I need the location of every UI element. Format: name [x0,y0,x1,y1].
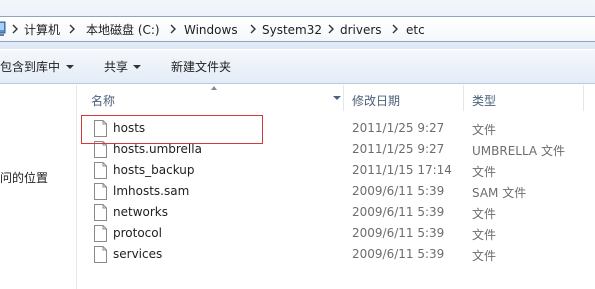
file-icon [94,246,107,263]
include-in-library-button[interactable]: 包含到库中 [0,59,60,75]
chevron-right-icon[interactable] [11,22,19,36]
file-type: 文件 [472,207,497,221]
file-type: 文件 [472,249,497,263]
file-date: 2011/1/25 9:27 [352,142,445,156]
file-row[interactable]: lmhosts.sam 2009/6/11 5:39 SAM 文件 [78,181,595,202]
column-divider[interactable] [583,85,584,111]
file-type: UMBRELLA 文件 [472,144,565,158]
file-date: 2011/1/15 17:14 [352,163,452,177]
file-icon [94,225,107,242]
chevron-right-icon[interactable] [391,22,399,36]
chevron-down-icon[interactable] [66,65,74,69]
file-type: 文件 [472,228,497,242]
highlight-box [81,115,263,144]
column-header-row: 名称 修改日期 类型 [78,85,595,111]
file-name: protocol [113,226,162,240]
file-row[interactable]: protocol 2009/6/11 5:39 文件 [78,223,595,244]
column-divider[interactable] [343,85,344,111]
new-folder-button[interactable]: 新建文件夹 [171,59,231,75]
file-type: SAM 文件 [472,186,527,200]
chevron-down-icon[interactable] [133,65,141,69]
address-field[interactable]: 计算机 本地磁盘 (C:) Windows System32 drivers e… [0,16,595,42]
column-date-header[interactable]: 修改日期 [352,92,400,109]
chevron-right-icon[interactable] [327,22,335,36]
crumb-windows[interactable]: Windows [184,22,238,38]
sort-ascending-icon [211,86,217,90]
chevron-right-icon[interactable] [169,22,177,36]
file-name: services [113,247,163,261]
navigation-pane: 问的位置 [0,85,77,289]
file-icon [94,162,107,179]
column-type-header[interactable]: 类型 [472,92,496,109]
file-name: hosts_backup [113,163,195,177]
file-row[interactable]: services 2009/6/11 5:39 文件 [78,244,595,265]
address-bar-area: 计算机 本地磁盘 (C:) Windows System32 drivers e… [0,0,595,49]
crumb-computer[interactable]: 计算机 [24,22,60,38]
file-date: 2009/6/11 5:39 [352,226,445,240]
file-name: hosts.umbrella [113,142,202,156]
crumb-etc[interactable]: etc [406,22,425,38]
chevron-right-icon[interactable] [68,22,76,36]
chevron-right-icon[interactable] [249,22,257,36]
file-row[interactable]: hosts_backup 2011/1/15 17:14 文件 [78,160,595,181]
file-name: networks [113,205,168,219]
column-divider[interactable] [463,85,464,111]
file-row[interactable]: networks 2009/6/11 5:39 文件 [78,202,595,223]
column-name-header[interactable]: 名称 [91,92,115,109]
file-type: 文件 [472,123,497,137]
chevron-down-icon[interactable] [333,96,341,100]
crumb-system32[interactable]: System32 [262,22,322,38]
share-button[interactable]: 共享 [104,59,128,75]
file-date: 2009/6/11 5:39 [352,184,445,198]
nav-item-location[interactable]: 问的位置 [0,169,48,186]
file-icon [94,204,107,221]
command-toolbar: 包含到库中 共享 新建文件夹 [0,50,595,84]
file-date: 2011/1/25 9:27 [352,121,445,135]
computer-icon [0,21,6,36]
file-date: 2009/6/11 5:39 [352,247,445,261]
file-icon [94,183,107,200]
file-date: 2009/6/11 5:39 [352,205,445,219]
file-name: lmhosts.sam [113,184,190,198]
crumb-drivers[interactable]: drivers [340,22,382,38]
crumb-local-disk[interactable]: 本地磁盘 (C:) [86,22,160,38]
file-type: 文件 [472,165,497,179]
